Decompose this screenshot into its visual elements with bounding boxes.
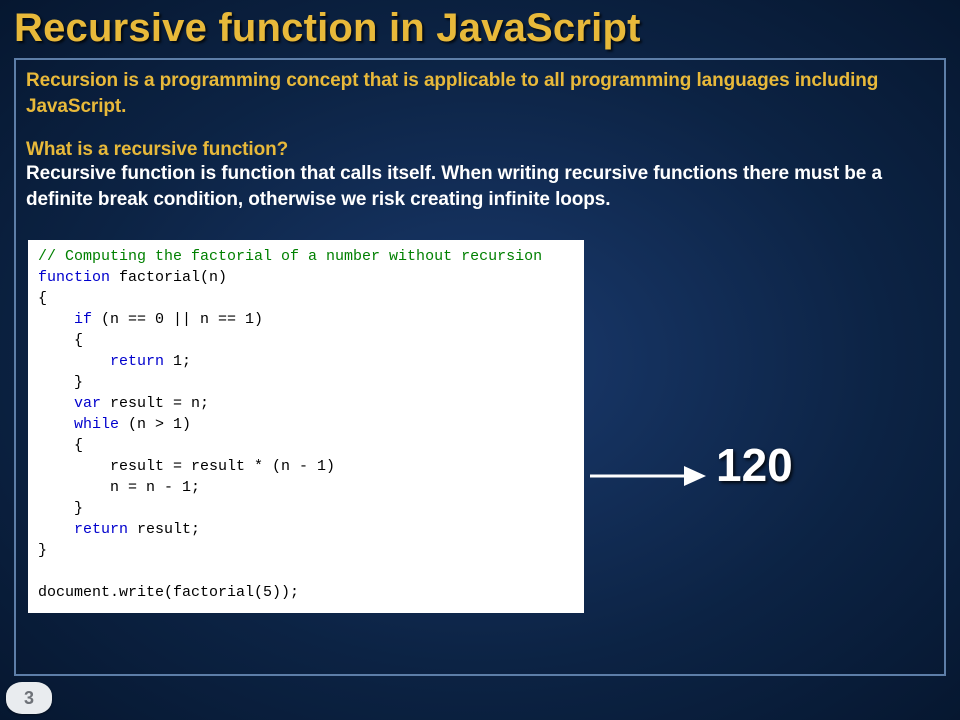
- output-value: 120: [716, 438, 793, 492]
- page-number-badge: 3: [6, 682, 52, 714]
- code-comment: // Computing the factorial of a number w…: [38, 248, 542, 265]
- content-box: Recursion is a programming concept that …: [14, 58, 946, 676]
- code-block: // Computing the factorial of a number w…: [28, 240, 584, 613]
- arrow-right-icon: [588, 458, 708, 494]
- intro-text: Recursion is a programming concept that …: [26, 68, 934, 119]
- slide-title: Recursive function in JavaScript: [0, 0, 960, 59]
- question-text: What is a recursive function?: [26, 139, 934, 161]
- body-text: Recursive function is function that call…: [26, 161, 934, 212]
